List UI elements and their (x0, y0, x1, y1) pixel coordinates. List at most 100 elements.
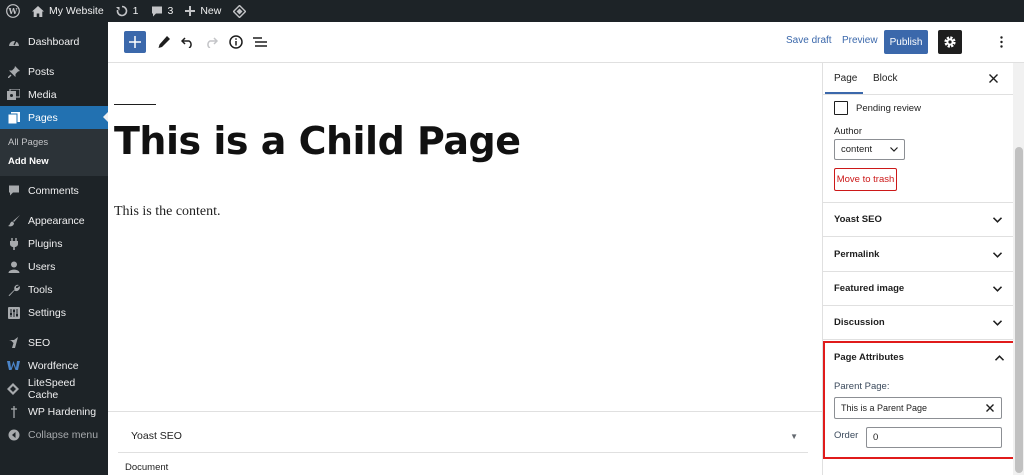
submenu-all-pages[interactable]: All Pages (0, 133, 108, 152)
pending-review-checkbox[interactable] (834, 101, 848, 115)
tools-pencil-button[interactable] (153, 31, 175, 53)
tab-block[interactable]: Block (873, 73, 897, 84)
settings-toggle-button[interactable] (938, 30, 962, 54)
panel-yoast-seo[interactable]: Yoast SEO (823, 203, 1013, 237)
menu-label: Users (28, 260, 56, 273)
menu-item-media[interactable]: Media (0, 83, 108, 106)
author-select-value: content (841, 144, 873, 155)
author-select[interactable]: content (834, 139, 905, 160)
menu-item-comments[interactable]: Comments (0, 179, 108, 202)
admin-bar: W My Website 1 3 New (0, 0, 1024, 22)
order-label: Order (834, 430, 859, 441)
undo-button[interactable] (176, 31, 198, 53)
preview-button[interactable]: Preview (842, 35, 878, 46)
vertical-ellipsis-icon (999, 36, 1003, 48)
pushpin-icon (7, 65, 20, 78)
collapse-menu-button[interactable]: Collapse menu (0, 423, 108, 446)
updates-link[interactable]: 1 (110, 0, 145, 22)
comment-bubble-icon (151, 6, 163, 17)
block-breadcrumb[interactable]: Document (125, 462, 168, 473)
menu-item-wordfence[interactable]: Wordfence (0, 354, 108, 377)
panel-title: Page Attributes (834, 352, 904, 363)
panel-title: Discussion (834, 317, 885, 328)
new-content-link[interactable]: New (179, 0, 227, 22)
comments-link[interactable]: 3 (145, 0, 180, 22)
menu-item-pages[interactable]: Pages (0, 106, 108, 129)
order-input[interactable]: 0 (866, 427, 1002, 448)
gear-icon (944, 36, 956, 48)
updates-icon (115, 5, 128, 17)
menu-label: Plugins (28, 237, 63, 250)
move-to-trash-button[interactable]: Move to trash (834, 168, 897, 191)
parent-page-label: Parent Page: (834, 381, 890, 392)
diamond-plugin-icon[interactable] (227, 0, 252, 22)
editor-canvas: This is a Child Page This is the content… (108, 63, 822, 411)
panel-title: Featured image (834, 283, 905, 294)
panel-title: Permalink (834, 249, 880, 260)
menu-item-users[interactable]: Users (0, 255, 108, 278)
menu-label: Appearance (28, 214, 85, 227)
plus-icon (185, 6, 196, 16)
details-info-button[interactable] (225, 31, 247, 53)
settings-sidebar: Page Block Pending review Author content… (822, 63, 1024, 475)
menu-label: Tools (28, 283, 53, 296)
menu-item-tools[interactable]: Tools (0, 278, 108, 301)
status-visibility-panel: Pending review Author content Move to tr… (823, 95, 1013, 203)
sidebar-scrollbar-thumb[interactable] (1015, 147, 1023, 473)
menu-item-wp-hardening[interactable]: WP Hardening (0, 400, 108, 423)
author-label: Author (834, 126, 862, 137)
more-options-button[interactable] (994, 31, 1008, 53)
save-draft-button[interactable]: Save draft (786, 35, 832, 46)
media-icon (7, 88, 20, 101)
active-tab-indicator (825, 92, 863, 94)
post-title[interactable]: This is a Child Page (114, 119, 521, 163)
page-attributes-panel: Page Attributes Parent Page: This is a P… (823, 341, 1015, 459)
hardening-icon (7, 405, 20, 418)
menu-item-dashboard[interactable]: Dashboard (0, 30, 108, 53)
panel-featured-image[interactable]: Featured image (823, 272, 1013, 306)
panel-permalink[interactable]: Permalink (823, 238, 1013, 272)
menu-label: Settings (28, 306, 66, 319)
menu-item-litespeed-cache[interactable]: LiteSpeed Cache (0, 376, 108, 401)
chevron-down-icon (993, 251, 1002, 258)
parent-page-combobox[interactable]: This is a Parent Page (834, 397, 1002, 419)
block-inserter-button[interactable] (124, 31, 146, 53)
panel-discussion[interactable]: Discussion (823, 306, 1013, 340)
metabox-area: Yoast SEO ▼ Document (108, 411, 822, 475)
menu-item-seo[interactable]: SEO (0, 331, 108, 354)
redo-button[interactable] (200, 31, 222, 53)
menu-label: Comments (28, 184, 79, 197)
editor-header-toolbar: Save draft Preview Publish (108, 22, 1024, 63)
clear-x-icon (986, 404, 994, 412)
publish-button[interactable]: Publish (884, 30, 928, 54)
menu-item-settings[interactable]: Settings (0, 301, 108, 324)
submenu-add-new[interactable]: Add New (0, 152, 108, 171)
list-view-button[interactable] (249, 31, 271, 53)
pages-icon (7, 111, 20, 124)
yoast-icon (7, 336, 20, 349)
menu-item-plugins[interactable]: Plugins (0, 232, 108, 255)
menu-label: LiteSpeed Cache (27, 376, 76, 401)
home-icon (32, 5, 44, 17)
yoast-seo-metabox-header[interactable]: Yoast SEO ▼ (118, 420, 808, 453)
menu-label: Media (28, 88, 57, 101)
tab-page[interactable]: Page (834, 73, 857, 84)
comments-count: 3 (167, 5, 174, 17)
site-name-link[interactable]: My Website (26, 0, 110, 22)
new-label: New (200, 5, 222, 17)
wordpress-logo-icon[interactable]: W (0, 0, 26, 22)
litespeed-icon (7, 382, 20, 395)
page-attributes-header[interactable]: Page Attributes (834, 352, 1004, 363)
menu-item-posts[interactable]: Posts (0, 60, 108, 83)
menu-item-appearance[interactable]: Appearance (0, 209, 108, 232)
close-sidebar-button[interactable] (986, 71, 1000, 85)
dashboard-icon (7, 35, 20, 48)
pending-review-label: Pending review (856, 103, 921, 114)
collapse-arrow-icon (7, 428, 20, 441)
plugin-icon (7, 237, 20, 250)
paragraph-block[interactable]: This is the content. (114, 204, 221, 220)
settings-sliders-icon (7, 306, 20, 319)
caret-down-icon[interactable]: ▼ (790, 432, 798, 441)
site-name: My Website (49, 5, 104, 17)
user-icon (7, 260, 20, 273)
